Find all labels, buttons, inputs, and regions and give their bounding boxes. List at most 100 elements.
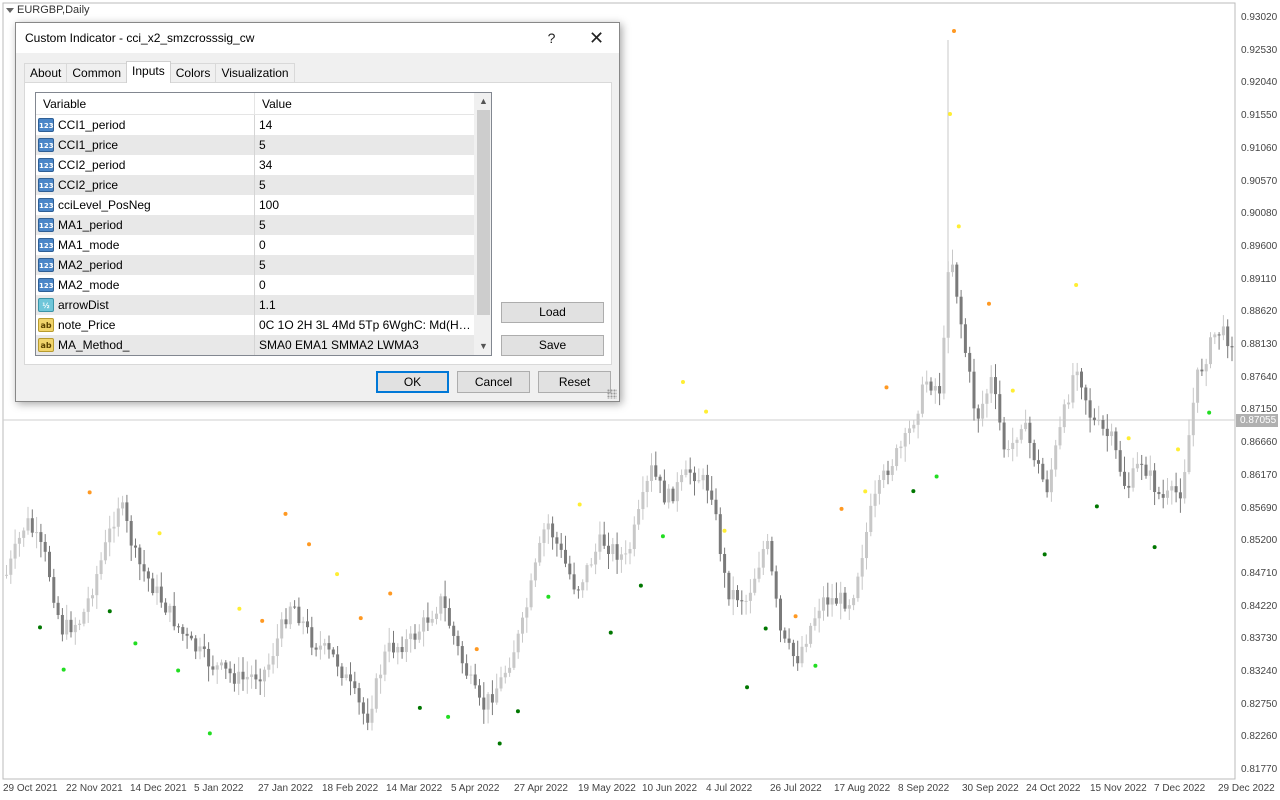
candle-body: [56, 602, 60, 615]
grid-scrollbar[interactable]: ▲ ▼: [474, 93, 491, 355]
candle-body: [787, 638, 791, 643]
table-row[interactable]: ½ arrowDist 1.1: [36, 295, 491, 315]
signal-dot: [813, 663, 818, 668]
value-cell[interactable]: 1.1: [255, 295, 474, 315]
value-cell[interactable]: 5: [255, 175, 474, 195]
close-icon[interactable]: ✕: [574, 23, 619, 53]
candle-body: [830, 598, 834, 605]
candle-body: [512, 652, 516, 668]
value-cell[interactable]: 5: [255, 135, 474, 155]
candle-body: [985, 393, 989, 404]
price-tick-label: 0.82260: [1241, 731, 1278, 743]
scroll-up-icon[interactable]: ▲: [475, 93, 491, 110]
candle-body: [172, 605, 176, 627]
table-row[interactable]: 123 MA2_mode 0: [36, 275, 491, 295]
table-row[interactable]: 123 CCI1_period 14: [36, 115, 491, 135]
column-header-variable[interactable]: Variable: [36, 93, 255, 114]
variable-cell[interactable]: ab MA_Method_: [36, 335, 255, 355]
table-row[interactable]: 123 MA1_period 5: [36, 215, 491, 235]
table-row[interactable]: ab MA_Method_ SMA0 EMA1 SMMA2 LWMA3: [36, 335, 491, 355]
value-cell[interactable]: 14: [255, 115, 474, 135]
candle-body: [959, 296, 963, 325]
candle-body: [551, 523, 555, 538]
table-row[interactable]: 123 CCI1_price 5: [36, 135, 491, 155]
reset-button[interactable]: Reset: [538, 371, 611, 393]
candle-body: [753, 578, 757, 593]
table-row[interactable]: 123 cciLevel_PosNeg 100: [36, 195, 491, 215]
candle-body: [856, 576, 860, 599]
candle-body: [697, 480, 701, 482]
candle-body: [852, 598, 856, 606]
load-button[interactable]: Load: [501, 302, 604, 323]
candle-body: [478, 685, 481, 698]
candle-body: [185, 633, 189, 636]
tab-inputs[interactable]: Inputs: [126, 61, 171, 83]
chart-menu-arrow-icon[interactable]: [6, 7, 14, 13]
candle-body: [1088, 400, 1092, 418]
candle-body: [301, 621, 305, 624]
resize-grip-icon[interactable]: [607, 389, 617, 399]
tab-visualization[interactable]: Visualization: [215, 63, 295, 83]
value-cell[interactable]: 34: [255, 155, 474, 175]
value-cell[interactable]: 0: [255, 235, 474, 255]
variable-cell[interactable]: ½ arrowDist: [36, 295, 255, 315]
variable-cell[interactable]: 123 MA1_period: [36, 215, 255, 235]
candle-body: [667, 488, 671, 503]
candle-body: [525, 607, 529, 618]
dialog-titlebar[interactable]: Custom Indicator - cci_x2_smzcrosssig_cw…: [16, 23, 619, 53]
value-cell[interactable]: SMA0 EMA1 SMMA2 LWMA3: [255, 335, 474, 355]
table-row[interactable]: 123 MA2_period 5: [36, 255, 491, 275]
ok-button[interactable]: OK: [376, 371, 449, 393]
variable-cell[interactable]: 123 CCI1_period: [36, 115, 255, 135]
tab-common[interactable]: Common: [66, 63, 128, 83]
table-row[interactable]: ab note_Price 0C 1O 2H 3L 4Md 5Tp 6WghC: M…: [36, 315, 491, 335]
variable-cell[interactable]: 123 CCI1_price: [36, 135, 255, 155]
value-cell[interactable]: 5: [255, 215, 474, 235]
table-row[interactable]: 123 MA1_mode 0: [36, 235, 491, 255]
save-button[interactable]: Save: [501, 335, 604, 356]
candle-body: [48, 551, 51, 578]
variable-cell[interactable]: 123 cciLevel_PosNeg: [36, 195, 255, 215]
symbol-label: EURGBP,Daily: [17, 4, 90, 16]
tab-about[interactable]: About: [24, 63, 68, 83]
candle-body: [981, 403, 985, 419]
signal-dot: [446, 714, 451, 719]
variable-cell[interactable]: 123 MA1_mode: [36, 235, 255, 255]
scroll-down-icon[interactable]: ▼: [475, 338, 491, 355]
scroll-thumb[interactable]: [477, 110, 490, 315]
variable-cell[interactable]: 123 CCI2_period: [36, 155, 255, 175]
candle-body: [796, 656, 800, 664]
candle-body: [770, 541, 774, 572]
candle-body: [899, 446, 903, 449]
variable-cell[interactable]: 123 MA2_period: [36, 255, 255, 275]
variable-cell[interactable]: 123 CCI2_price: [36, 175, 255, 195]
candle-body: [714, 499, 718, 515]
candle-body: [624, 553, 628, 555]
tab-colors[interactable]: Colors: [169, 63, 217, 83]
value-cell[interactable]: 0C 1O 2H 3L 4Md 5Tp 6WghC: Md(HL/2)...: [255, 315, 474, 335]
table-row[interactable]: 123 CCI2_price 5: [36, 175, 491, 195]
chart-symbol-title[interactable]: EURGBP,Daily: [6, 4, 90, 16]
candle-body: [998, 394, 1002, 423]
help-button[interactable]: ?: [529, 23, 574, 53]
price-tick-label: 0.90570: [1241, 175, 1278, 187]
price-tick-label: 0.90080: [1241, 208, 1278, 220]
candle-body: [1006, 449, 1010, 451]
candle-body: [594, 551, 598, 565]
cancel-button[interactable]: Cancel: [457, 371, 530, 393]
candle-body: [250, 674, 254, 677]
variable-cell[interactable]: 123 MA2_mode: [36, 275, 255, 295]
inputs-grid[interactable]: Variable Value 123 CCI1_period 14 123 CCI1_p…: [35, 92, 492, 356]
candle-body: [473, 674, 477, 686]
value-cell[interactable]: 5: [255, 255, 474, 275]
value-cell[interactable]: 0: [255, 275, 474, 295]
column-header-value[interactable]: Value: [255, 93, 474, 114]
variable-cell[interactable]: ab note_Price: [36, 315, 255, 335]
price-tick-label: 0.82750: [1241, 698, 1278, 710]
table-row[interactable]: 123 CCI2_period 34: [36, 155, 491, 175]
signal-dot: [839, 506, 844, 511]
value-cell[interactable]: 100: [255, 195, 474, 215]
candle-body: [920, 384, 924, 414]
candle-body: [641, 492, 645, 510]
signal-dot: [1010, 388, 1015, 393]
